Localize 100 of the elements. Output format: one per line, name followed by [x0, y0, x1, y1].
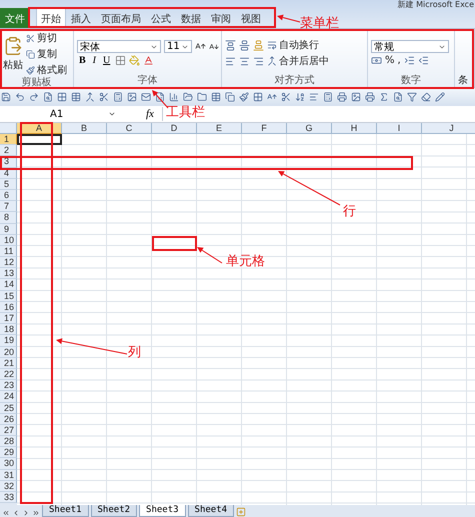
row-header[interactable]: 10: [0, 234, 17, 246]
column-header[interactable]: H: [332, 123, 377, 134]
ribbon-tab[interactable]: 视图: [236, 8, 266, 28]
font-style-button[interactable]: B: [77, 55, 88, 66]
grid-icon[interactable]: [253, 92, 263, 102]
font-size-dropdown[interactable]: 11: [164, 40, 192, 53]
save-icon[interactable]: [1, 92, 11, 102]
spreadsheet-icon[interactable]: [155, 92, 165, 102]
folder-icon[interactable]: [197, 92, 207, 102]
merge-center-button[interactable]: 合并后居中: [267, 54, 329, 68]
caret-icon[interactable]: [108, 110, 116, 118]
brush-icon[interactable]: [26, 66, 35, 74]
row-header[interactable]: 13: [0, 268, 17, 280]
clipboard-button[interactable]: 复制: [26, 47, 67, 61]
wrap-icon[interactable]: [267, 40, 277, 50]
column-header[interactable]: B: [62, 123, 107, 134]
row-header[interactable]: 20: [0, 346, 17, 358]
lines-icon[interactable]: [309, 92, 319, 102]
row-header[interactable]: 12: [0, 257, 17, 268]
row-header[interactable]: 1: [0, 134, 17, 146]
printer-icon[interactable]: [337, 92, 347, 102]
brush-icon[interactable]: [239, 92, 249, 102]
wrap-text-button[interactable]: 自动换行: [267, 38, 319, 52]
sheet-tab[interactable]: Sheet2: [90, 505, 138, 517]
row-header[interactable]: 25: [0, 402, 17, 414]
next-sheet-icon[interactable]: [22, 509, 30, 517]
calculator-icon[interactable]: [323, 92, 333, 102]
number-format-dropdown[interactable]: 常规: [371, 40, 449, 53]
row-header[interactable]: 15: [0, 290, 17, 302]
row-header[interactable]: 11: [0, 246, 17, 258]
row-header[interactable]: 16: [0, 302, 17, 313]
row-header[interactable]: 24: [0, 391, 17, 402]
font-color-icon[interactable]: [143, 55, 154, 66]
merge-icon[interactable]: [85, 92, 95, 102]
clipboard-button[interactable]: 剪切: [26, 31, 67, 45]
image-icon[interactable]: [127, 92, 137, 102]
borders-icon[interactable]: [115, 55, 126, 66]
column-header[interactable]: I: [377, 123, 422, 134]
font-size-icon[interactable]: [267, 92, 277, 102]
sum-icon[interactable]: [379, 92, 389, 102]
pencil-icon[interactable]: [435, 92, 445, 102]
row-header[interactable]: 18: [0, 324, 17, 336]
print-preview-icon[interactable]: [43, 92, 53, 102]
row-header[interactable]: 6: [0, 190, 17, 202]
folder-icon[interactable]: [183, 92, 193, 102]
eraser-icon[interactable]: [421, 92, 431, 102]
row-header[interactable]: 17: [0, 313, 17, 324]
prev-sheet-icon[interactable]: [12, 509, 20, 517]
last-sheet-icon[interactable]: [32, 509, 40, 517]
copy-icon[interactable]: [26, 50, 35, 58]
ribbon-tab[interactable]: 公式: [146, 8, 176, 28]
currency-icon[interactable]: [371, 55, 382, 66]
filter-icon[interactable]: [407, 92, 417, 102]
row-header[interactable]: 32: [0, 480, 17, 492]
sheet-tab[interactable]: Sheet3: [139, 505, 186, 517]
column-header[interactable]: E: [197, 123, 242, 134]
sort-icon[interactable]: [295, 92, 305, 102]
row-header[interactable]: 21: [0, 358, 17, 369]
middle-align-icon[interactable]: [239, 40, 250, 50]
name-box[interactable]: A1: [0, 107, 120, 121]
font-name-dropdown[interactable]: 宋体: [77, 40, 161, 53]
align-center-icon[interactable]: [239, 56, 250, 66]
cell-grid[interactable]: [17, 134, 475, 505]
table-icon[interactable]: [71, 92, 81, 102]
row-header[interactable]: 29: [0, 447, 17, 458]
sheet-tab[interactable]: Sheet4: [188, 505, 234, 517]
align-left-icon[interactable]: [225, 56, 236, 66]
ribbon-tab[interactable]: 数据: [176, 8, 206, 28]
row-header[interactable]: 31: [0, 470, 17, 481]
column-header[interactable]: F: [242, 123, 287, 134]
column-header[interactable]: G: [287, 123, 332, 134]
top-align-icon[interactable]: [225, 40, 236, 50]
bottom-align-icon[interactable]: [253, 40, 264, 50]
align-right-icon[interactable]: [253, 56, 264, 66]
selected-cell[interactable]: [17, 134, 62, 146]
row-header[interactable]: 27: [0, 424, 17, 436]
column-header[interactable]: C: [107, 123, 152, 134]
undo-icon[interactable]: [15, 92, 25, 102]
row-header[interactable]: 14: [0, 279, 17, 291]
file-icon[interactable]: [393, 92, 403, 102]
image-icon[interactable]: [351, 92, 361, 102]
column-header[interactable]: J: [422, 123, 475, 134]
shrink-font-icon[interactable]: [209, 42, 219, 52]
row-header[interactable]: 7: [0, 201, 17, 212]
calculator-icon[interactable]: [113, 92, 123, 102]
font-style-button[interactable]: I: [90, 55, 98, 66]
row-header[interactable]: 28: [0, 436, 17, 448]
row-header[interactable]: 26: [0, 414, 17, 425]
row-header[interactable]: 8: [0, 212, 17, 224]
row-header[interactable]: 5: [0, 178, 17, 190]
clipboard-button[interactable]: 格式刷: [26, 63, 67, 77]
paste-label[interactable]: 粘贴: [3, 58, 23, 72]
conditional-format-label[interactable]: 条: [458, 73, 468, 87]
scissors-icon[interactable]: [26, 34, 35, 42]
borders-icon[interactable]: [57, 92, 67, 102]
ribbon-tab[interactable]: 页面布局: [96, 8, 146, 28]
row-header[interactable]: 2: [0, 145, 17, 156]
chart-icon[interactable]: [169, 92, 179, 102]
ribbon-tab[interactable]: 插入: [66, 8, 96, 28]
row-header[interactable]: 9: [0, 224, 17, 235]
